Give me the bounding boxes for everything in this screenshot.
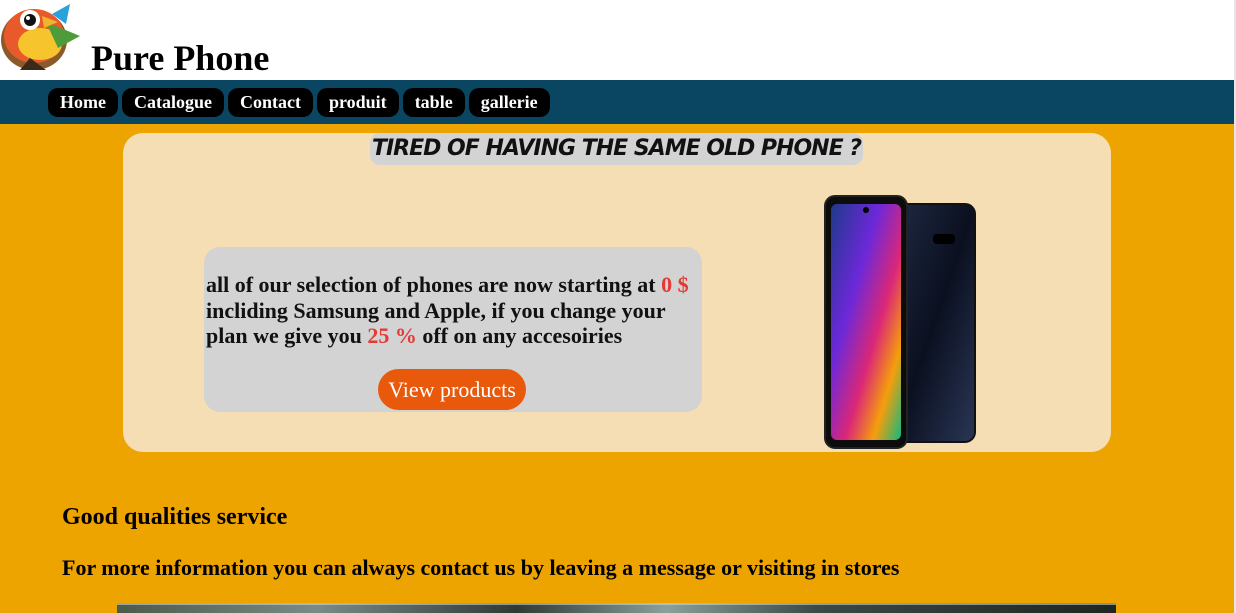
promo-text: all of our selection of phones are now s… [206,272,700,349]
promo-price: 0 $ [661,272,689,297]
section-heading: Good qualities service [62,504,288,530]
gallery-image-strip [117,603,1116,613]
nav-item-contact[interactable]: Contact [227,88,313,117]
view-products-button[interactable]: View products [378,369,526,410]
nav-item-catalogue[interactable]: Catalogue [121,88,224,117]
section-text: For more information you can always cont… [62,555,900,580]
hero-banner: TIRED OF HAVING THE SAME OLD PHONE ? all… [123,133,1111,452]
nav-item-gallerie[interactable]: gallerie [468,88,550,117]
site-title: Pure Phone [91,38,270,78]
promo-box: all of our selection of phones are now s… [204,247,702,412]
nav-bar: Home Catalogue Contact produit table gal… [0,80,1234,124]
site-header: Pure Phone [0,0,1236,80]
nav-item-produit[interactable]: produit [316,88,399,117]
smartphone-image [824,195,976,449]
nav-item-table[interactable]: table [402,88,465,117]
promo-text-3: off on any accesoiries [416,323,623,348]
promo-discount: 25 % [367,323,417,348]
promo-text-1: all of our selection of phones are now s… [206,272,662,297]
main-nav: Home Catalogue Contact produit table gal… [48,88,550,117]
main-content: TIRED OF HAVING THE SAME OLD PHONE ? all… [0,124,1234,613]
strip-highlight [117,603,1116,605]
bird-logo-icon[interactable] [0,0,82,74]
hero-title: TIRED OF HAVING THE SAME OLD PHONE ? [370,133,863,165]
nav-item-home[interactable]: Home [48,88,118,117]
